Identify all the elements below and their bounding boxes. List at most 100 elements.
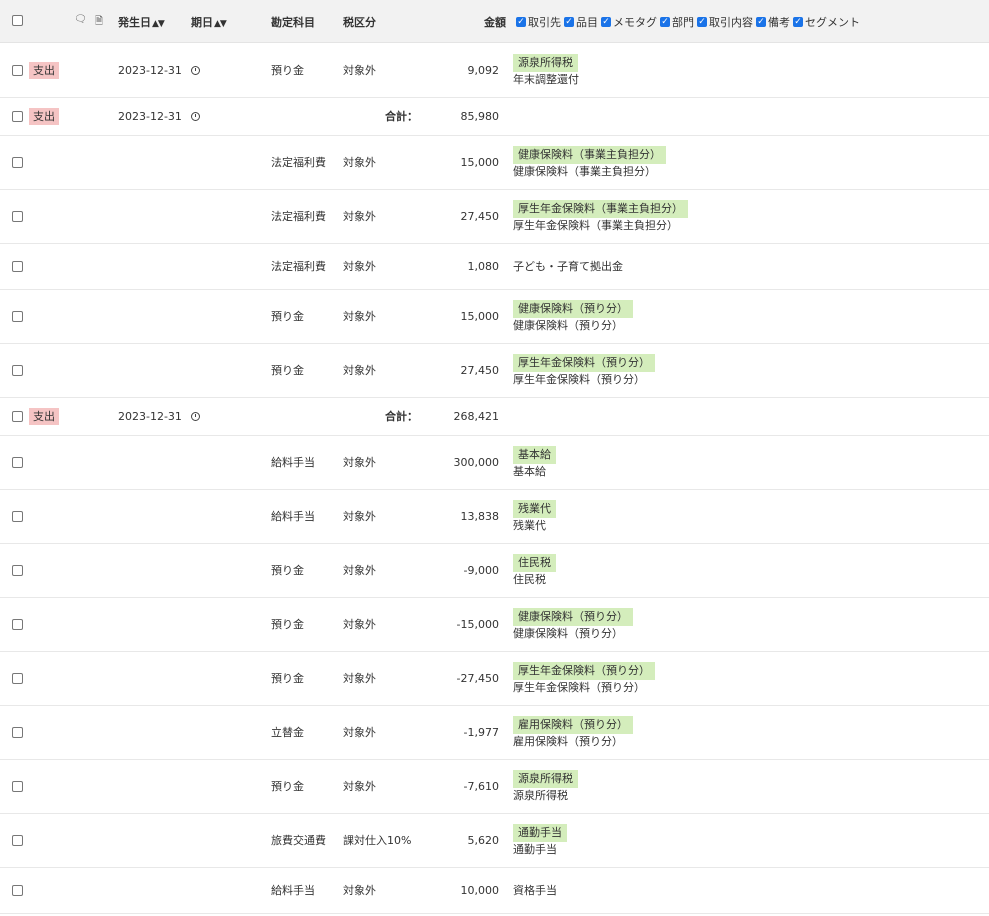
row-checkbox[interactable] [12,110,23,122]
table-row[interactable]: 預り金 対象外 -15,000 健康保険料（預り分） 健康保険料（預り分） [0,597,989,652]
row-checkbox-cell[interactable] [12,759,26,813]
clock-icon[interactable] [191,411,200,421]
tax-category: 課対仕入10% [343,834,412,847]
column-toggle[interactable]: ✓ 備考 [756,14,790,30]
sort-due-date[interactable]: 期日▲▼ [191,14,227,30]
description-cell: 健康保険料（預り分） 健康保険料（預り分） [513,597,983,651]
row-checkbox-cell[interactable] [12,97,26,135]
row-checkbox[interactable] [12,456,23,468]
table-row[interactable]: 給料手当 対象外 13,838 残業代 残業代 [0,489,989,544]
description-cell: 基本給 基本給 [513,435,983,489]
column-toggle[interactable]: ✓ 品目 [564,14,598,30]
account-cell: 預り金 [271,289,341,343]
row-checkbox[interactable] [12,780,23,792]
amount-value: 1,080 [467,259,500,273]
due-date-cell[interactable] [191,43,205,97]
table-row[interactable]: 旅費交通費 課対仕入10% 5,620 通勤手当 通勤手当 [0,813,989,868]
row-checkbox-cell[interactable] [12,243,26,289]
total-row[interactable]: 支出 2023-12-31 合計： 268,421 [0,397,989,436]
tax-category: 対象外 [343,618,376,631]
table-row[interactable]: 立替金 対象外 -1,977 雇用保険料（預り分） 雇用保険料（預り分） [0,705,989,760]
row-checkbox[interactable] [12,726,23,738]
sort-arrows-icon: ▲▼ [152,19,165,29]
table-row[interactable]: 支出 2023-12-31 預り金 対象外 9,092 源泉所得税 年末調整還付 [0,43,989,98]
table-row[interactable]: 預り金 対象外 -9,000 住民税 住民税 [0,543,989,598]
occurrence-date: 2023-12-31 [118,63,182,77]
row-checkbox[interactable] [12,884,23,896]
row-checkbox[interactable] [12,210,23,222]
table-row[interactable]: 給料手当 対象外 10,000 資格手当 [0,867,989,914]
row-checkbox-cell[interactable] [12,435,26,489]
clock-icon[interactable] [191,111,200,121]
row-checkbox[interactable] [12,672,23,684]
column-toggle[interactable]: ✓ 取引内容 [697,14,753,30]
amount-cell: -7,610 [420,759,499,813]
row-checkbox[interactable] [12,618,23,630]
row-checkbox[interactable] [12,834,23,846]
description-text: 源泉所得税 [513,788,568,802]
row-checkbox-cell[interactable] [12,543,26,597]
row-checkbox-cell[interactable] [12,597,26,651]
table-row[interactable]: 法定福利費 対象外 1,080 子ども・子育て拠出金 [0,243,989,290]
tax-category: 対象外 [343,364,376,377]
account-name: 給料手当 [271,456,315,469]
row-checkbox-cell[interactable] [12,867,26,913]
due-date-cell[interactable] [191,97,205,135]
table-row[interactable]: 給料手当 対象外 300,000 基本給 基本給 [0,435,989,490]
clock-icon[interactable] [191,65,200,75]
row-checkbox[interactable] [12,156,23,168]
checkbox-checked-icon[interactable]: ✓ [793,17,803,27]
row-checkbox[interactable] [12,64,23,76]
row-checkbox-cell[interactable] [12,135,26,189]
column-toggle[interactable]: ✓ 取引先 [516,14,561,30]
checkbox-checked-icon[interactable]: ✓ [516,17,526,27]
row-checkbox-cell[interactable] [12,489,26,543]
checkbox-checked-icon[interactable]: ✓ [756,17,766,27]
table-row[interactable]: 預り金 対象外 -7,610 源泉所得税 源泉所得税 [0,759,989,814]
row-checkbox[interactable] [12,364,23,376]
row-checkbox-cell[interactable] [12,813,26,867]
select-all-checkbox[interactable] [12,15,23,26]
row-checkbox[interactable] [12,410,23,422]
row-checkbox-cell[interactable] [12,397,26,435]
table-header: 🗨 🗎 発生日▲▼ 期日▲▼ 勘定科目 税区分 金額 ✓ 取引先 ✓ 品目 ✓ メモタグ ✓… [0,0,989,43]
total-row[interactable]: 支出 2023-12-31 合計： 85,980 [0,97,989,136]
table-row[interactable]: 預り金 対象外 15,000 健康保険料（預り分） 健康保険料（預り分） [0,289,989,344]
description-text: 健康保険料（預り分） [513,626,623,640]
row-checkbox[interactable] [12,564,23,576]
account-name: 給料手当 [271,884,315,897]
column-toggle[interactable]: ✓ メモタグ [601,14,657,30]
row-checkbox-cell[interactable] [12,651,26,705]
row-checkbox[interactable] [12,310,23,322]
account-column-header: 勘定科目 [271,16,315,29]
sort-occurrence-date[interactable]: 発生日▲▼ [118,14,165,30]
checkbox-checked-icon[interactable]: ✓ [697,17,707,27]
row-checkbox-cell[interactable] [12,705,26,759]
description-text: 厚生年金保険料（預り分） [513,680,645,694]
checkbox-checked-icon[interactable]: ✓ [601,17,611,27]
checkbox-checked-icon[interactable]: ✓ [660,17,670,27]
row-checkbox[interactable] [12,510,23,522]
column-toggle[interactable]: ✓ セグメント [793,14,860,30]
checkbox-checked-icon[interactable]: ✓ [564,17,574,27]
table-row[interactable]: 法定福利費 対象外 15,000 健康保険料（事業主負担分） 健康保険料（事業主負担分） [0,135,989,190]
row-checkbox-cell[interactable] [12,189,26,243]
column-toggle-label: 取引内容 [709,16,753,29]
table-row[interactable]: 預り金 対象外 27,450 厚生年金保険料（預り分） 厚生年金保険料（預り分） [0,343,989,398]
row-checkbox-cell[interactable] [12,343,26,397]
column-toggle[interactable]: ✓ 部門 [660,14,694,30]
sort-arrows-icon: ▲▼ [214,19,227,29]
column-toggle-label: メモタグ [613,16,657,29]
amount-value: -7,610 [463,779,499,793]
due-date-cell[interactable] [191,397,205,435]
row-checkbox-cell[interactable] [12,289,26,343]
amount-value: 268,421 [453,409,500,423]
amount-cell: 9,092 [420,43,500,97]
row-checkbox[interactable] [12,260,23,272]
item-tag: 住民税 [513,553,556,572]
description-cell: 雇用保険料（預り分） 雇用保険料（預り分） [513,705,983,759]
table-row[interactable]: 法定福利費 対象外 27,450 厚生年金保険料（事業主負担分） 厚生年金保険料（事業主… [0,189,989,244]
tax-category: 対象外 [343,780,376,793]
row-checkbox-cell[interactable] [12,43,26,97]
table-row[interactable]: 預り金 対象外 -27,450 厚生年金保険料（預り分） 厚生年金保険料（預り分） [0,651,989,706]
